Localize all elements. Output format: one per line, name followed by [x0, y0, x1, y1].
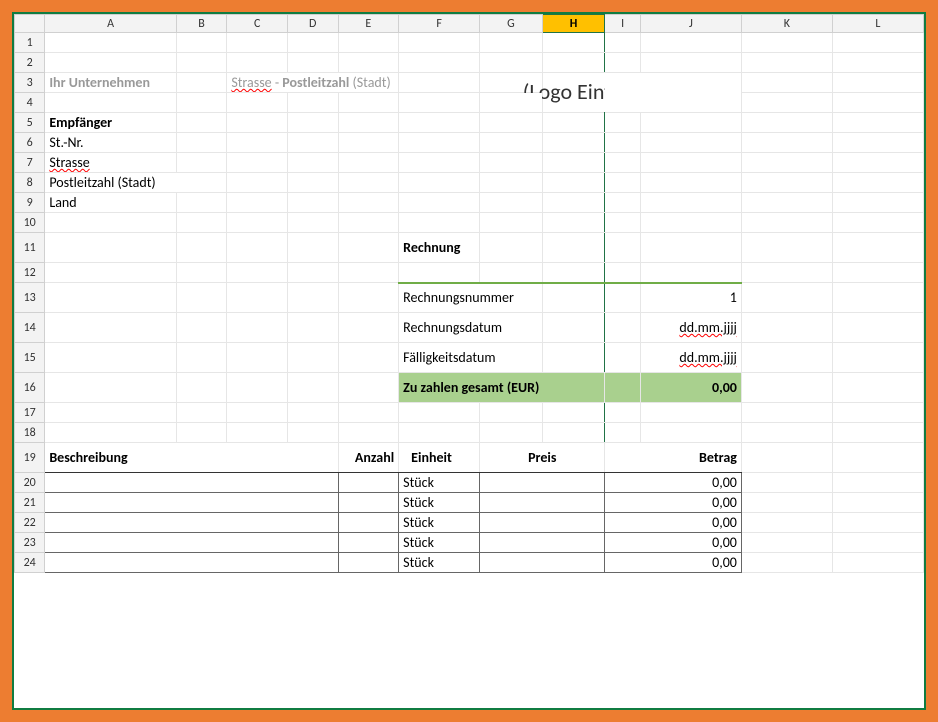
row-22[interactable]: 22	[15, 513, 45, 533]
col-C[interactable]: C	[227, 15, 288, 33]
invoice-date-value[interactable]: dd.mm.jjjj	[640, 313, 741, 343]
row-21[interactable]: 21	[15, 493, 45, 513]
col-B[interactable]: B	[176, 15, 227, 33]
line-amount[interactable]: 0,00	[605, 553, 741, 573]
row-7[interactable]: 7	[15, 153, 45, 173]
th-unit[interactable]: Einheit	[399, 443, 480, 473]
row-24[interactable]: 24	[15, 553, 45, 573]
line-unit[interactable]: Stück	[399, 553, 480, 573]
invoice-number-label[interactable]: Rechnungsnummer	[399, 283, 543, 313]
invoice-total-label[interactable]: Zu zahlen gesamt (EUR)	[399, 373, 605, 403]
col-D[interactable]: D	[287, 15, 338, 33]
row-17[interactable]: 17	[15, 403, 45, 423]
col-L[interactable]: L	[832, 15, 923, 33]
row-4[interactable]: 4	[15, 93, 45, 113]
row-10[interactable]: 10	[15, 213, 45, 233]
row-19[interactable]: 19	[15, 443, 45, 473]
row-14[interactable]: 14	[15, 313, 45, 343]
row-3[interactable]: 3	[15, 73, 45, 93]
recipient-street[interactable]: Strasse	[45, 153, 176, 173]
row-12[interactable]: 12	[15, 263, 45, 283]
column-headers[interactable]: A B C D E F G H I J K L	[15, 15, 924, 33]
invoice-title[interactable]: Rechnung	[399, 233, 480, 263]
invoice-date-label[interactable]: Rechnungsdatum	[399, 313, 543, 343]
th-amount[interactable]: Betrag	[605, 443, 741, 473]
invoice-total-value[interactable]: 0,00	[640, 373, 741, 403]
line-amount[interactable]: 0,00	[605, 473, 741, 493]
recipient-zipcity[interactable]: Postleitzahl (Stadt)	[45, 173, 227, 193]
col-A[interactable]: A	[45, 15, 176, 33]
invoice-due-value[interactable]: dd.mm.jjjj	[640, 343, 741, 373]
line-unit[interactable]: Stück	[399, 473, 480, 493]
row-15[interactable]: 15	[15, 343, 45, 373]
th-price[interactable]: Preis	[480, 443, 605, 473]
line-unit[interactable]: Stück	[399, 513, 480, 533]
row-6[interactable]: 6	[15, 133, 45, 153]
company-name[interactable]: Ihr Unternehmen	[45, 73, 176, 93]
row-18[interactable]: 18	[15, 423, 45, 443]
company-address[interactable]: Strasse - Postleitzahl (Stadt)	[227, 73, 399, 93]
invoice-due-label[interactable]: Fälligkeitsdatum	[399, 343, 543, 373]
line-amount[interactable]: 0,00	[605, 533, 741, 553]
line-unit[interactable]: Stück	[399, 533, 480, 553]
col-F[interactable]: F	[399, 15, 480, 33]
col-I[interactable]: I	[605, 15, 640, 33]
spreadsheet-grid[interactable]: A B C D E F G H I J K L 1 2 3 Ihr Untern…	[12, 12, 926, 710]
row-16[interactable]: 16	[15, 373, 45, 403]
line-desc[interactable]	[45, 473, 338, 493]
line-qty[interactable]	[338, 473, 399, 493]
col-G[interactable]: G	[480, 15, 543, 33]
row-13[interactable]: 13	[15, 283, 45, 313]
row-1[interactable]: 1	[15, 33, 45, 53]
col-E[interactable]: E	[338, 15, 399, 33]
col-K[interactable]: K	[741, 15, 832, 33]
th-desc[interactable]: Beschreibung	[45, 443, 338, 473]
row-9[interactable]: 9	[15, 193, 45, 213]
row-20[interactable]: 20	[15, 473, 45, 493]
row-8[interactable]: 8	[15, 173, 45, 193]
col-J[interactable]: J	[640, 15, 741, 33]
col-H-selected[interactable]: H	[542, 15, 605, 33]
recipient-title[interactable]: Empfänger	[45, 113, 176, 133]
row-2[interactable]: 2	[15, 53, 45, 73]
corner-cell[interactable]	[15, 15, 45, 33]
recipient-taxno[interactable]: St.-Nr.	[45, 133, 176, 153]
invoice-number-value[interactable]: 1	[640, 283, 741, 313]
line-amount[interactable]: 0,00	[605, 513, 741, 533]
cell[interactable]	[45, 33, 176, 53]
row-5[interactable]: 5	[15, 113, 45, 133]
line-unit[interactable]: Stück	[399, 493, 480, 513]
row-23[interactable]: 23	[15, 533, 45, 553]
line-price[interactable]	[480, 473, 605, 493]
th-qty[interactable]: Anzahl	[338, 443, 399, 473]
row-11[interactable]: 11	[15, 233, 45, 263]
line-amount[interactable]: 0,00	[605, 493, 741, 513]
recipient-country[interactable]: Land	[45, 193, 176, 213]
